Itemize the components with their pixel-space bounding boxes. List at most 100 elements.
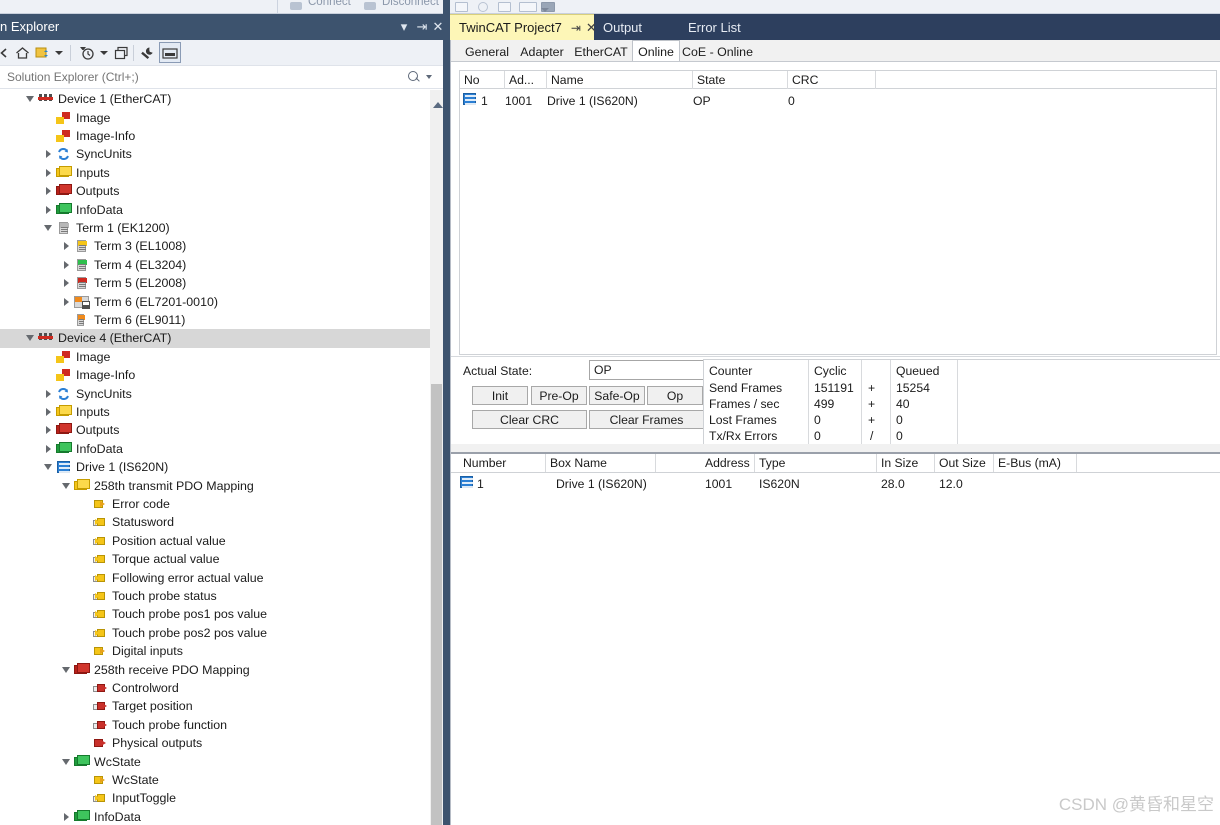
collapse-arrow-icon[interactable] [42,201,55,219]
header-dropdown-icon[interactable]: ▾ [395,18,413,36]
col-address[interactable]: Address [701,454,755,472]
tree-item[interactable]: WcState [0,752,430,770]
tree-item[interactable]: Touch probe function [0,716,430,734]
connect-icon[interactable] [290,2,302,10]
chevron-down-icon[interactable] [541,8,549,12]
collapse-all-icon[interactable] [112,44,130,62]
op-button[interactable]: Op [647,386,703,405]
tree-item[interactable]: Term 6 (EL7201-0010) [0,292,430,310]
tree-item[interactable]: Term 4 (EL3204) [0,256,430,274]
pre-op-button[interactable]: Pre-Op [531,386,587,405]
collapse-arrow-icon[interactable] [60,808,73,825]
col-no[interactable]: No [460,71,505,89]
collapse-arrow-icon[interactable] [60,237,73,255]
tree-item[interactable]: Term 6 (EL9011) [0,311,430,329]
tab-error-list[interactable]: Error List [679,14,778,40]
clear-frames-button[interactable]: Clear Frames [589,410,704,429]
tab-ethercat[interactable]: EtherCAT [570,42,632,62]
tree-item[interactable]: SyncUnits [0,145,430,163]
chevron-down-icon-2[interactable] [99,44,109,62]
tree-item[interactable]: Drive 1 (IS620N) [0,458,430,476]
tree-item[interactable]: Error code [0,495,430,513]
tree-item[interactable]: InputToggle [0,789,430,807]
tree-item[interactable]: Torque actual value [0,550,430,568]
collapse-arrow-icon[interactable] [42,182,55,200]
square-icon[interactable] [498,2,511,12]
tree-item[interactable]: Term 3 (EL1008) [0,237,430,255]
tree-item[interactable]: Device 1 (EtherCAT) [0,90,430,108]
wide-box-icon[interactable] [519,2,537,12]
tree-item[interactable]: Statusword [0,513,430,531]
collapse-arrow-icon[interactable] [42,145,55,163]
tree-item[interactable]: InfoData [0,808,430,825]
expand-arrow-icon[interactable] [60,753,73,771]
tree-item[interactable]: Inputs [0,403,430,421]
tree-item[interactable]: Device 4 (EtherCAT) [0,329,430,348]
tab-output[interactable]: Output [594,14,679,40]
tree-item[interactable]: SyncUnits [0,384,430,402]
collapse-arrow-icon[interactable] [60,274,73,292]
col-addr[interactable]: Ad... [505,71,547,89]
expand-arrow-icon[interactable] [42,458,55,476]
tree-item[interactable]: Image [0,348,430,366]
circle-icon[interactable] [478,2,488,12]
actual-state-value[interactable]: OP [589,360,709,380]
tree-item[interactable]: WcState [0,771,430,789]
tree-item[interactable]: Outputs [0,182,430,200]
horizontal-splitter[interactable] [451,444,1220,452]
init-button[interactable]: Init [472,386,528,405]
safe-op-button[interactable]: Safe-Op [589,386,645,405]
col-in-size[interactable]: In Size [877,454,935,472]
col-out-size[interactable]: Out Size [935,454,994,472]
tree-item[interactable]: Digital inputs [0,642,430,660]
search-input[interactable] [5,68,405,86]
tree-item[interactable]: Touch probe pos2 pos value [0,624,430,642]
back-arrow-icon[interactable] [0,44,12,62]
tree-item[interactable]: Inputs [0,164,430,182]
solution-explorer-search[interactable] [0,66,443,89]
expand-arrow-icon[interactable] [24,329,37,347]
disconnect-label[interactable]: Disconnect [382,0,439,8]
collapse-arrow-icon[interactable] [60,256,73,274]
disconnect-icon[interactable] [364,2,376,10]
expand-arrow-icon[interactable] [42,219,55,237]
connect-label[interactable]: Connect [308,0,351,8]
home-icon[interactable] [13,44,31,62]
search-icon[interactable] [407,70,421,84]
expand-arrow-icon[interactable] [60,477,73,495]
pending-changes-filter-icon[interactable] [77,44,99,62]
sync-with-active-document-icon[interactable] [34,44,52,62]
tree-item[interactable]: Touch probe pos1 pos value [0,605,430,623]
search-options-chevron-icon[interactable] [426,75,432,79]
expand-arrow-icon[interactable] [24,90,37,108]
col-box-name[interactable]: Box Name [546,454,656,472]
tree-item[interactable]: Following error actual value [0,568,430,586]
solution-tree[interactable]: Device 1 (EtherCAT) Image Image-Info SyncUn… [0,90,430,825]
expand-arrow-icon[interactable] [60,661,73,679]
tree-item[interactable]: Outputs [0,421,430,439]
col-state[interactable]: State [693,71,788,89]
tree-item[interactable]: Term 1 (EK1200) [0,219,430,237]
tree-item[interactable]: Target position [0,697,430,715]
chevron-down-icon[interactable] [54,44,64,62]
tab-coe-online[interactable]: CoE - Online [680,42,755,62]
tree-item[interactable]: Image-Info [0,366,430,384]
col-ebus[interactable]: E-Bus (mA) [994,454,1077,472]
tree-item[interactable]: Controlword [0,679,430,697]
tree-item[interactable]: Touch probe status [0,587,430,605]
properties-wrench-icon[interactable] [138,44,156,62]
grid-icon[interactable] [455,2,468,12]
tab-general[interactable]: General [460,42,514,62]
collapse-arrow-icon[interactable] [42,164,55,182]
collapse-arrow-icon[interactable] [42,403,55,421]
clear-crc-button[interactable]: Clear CRC [472,410,587,429]
col-number[interactable]: Number [459,454,546,472]
tree-item[interactable]: Image-Info [0,127,430,145]
tree-item[interactable]: Physical outputs [0,734,430,752]
col-type[interactable]: Type [755,454,877,472]
tree-item[interactable]: InfoData [0,440,430,458]
tree-item[interactable]: 258th transmit PDO Mapping [0,476,430,494]
tree-item[interactable]: 258th receive PDO Mapping [0,660,430,678]
col-crc[interactable]: CRC [788,71,876,89]
tab-adapter[interactable]: Adapter [514,42,570,62]
